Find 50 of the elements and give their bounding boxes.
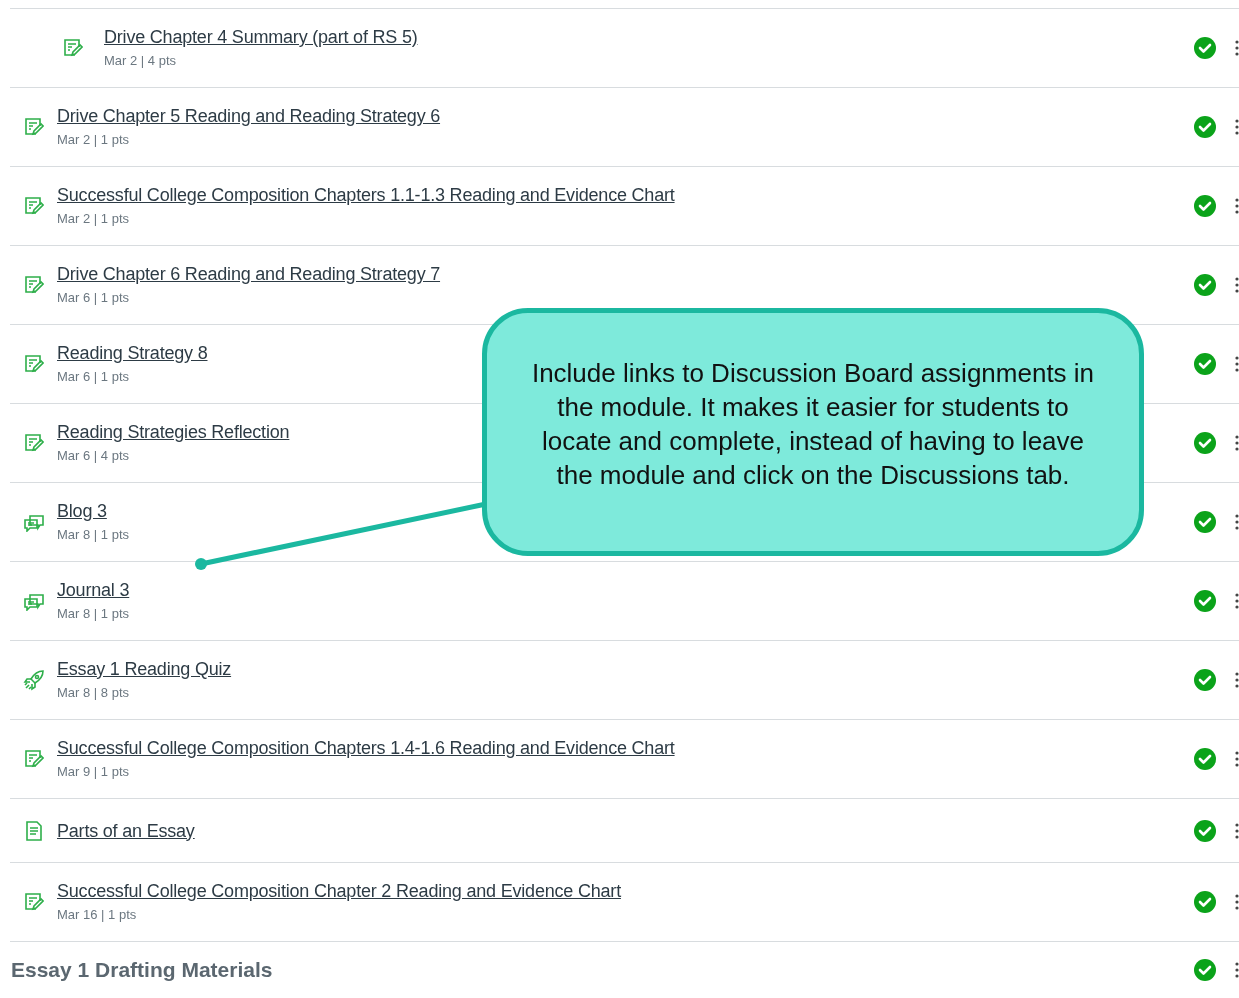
more-options-icon[interactable] [1234,960,1239,979]
item-title-link[interactable]: Journal 3 [57,578,130,601]
item-meta: Mar 8 | 8 pts [57,683,130,702]
discussion-icon [22,591,45,611]
page-icon [24,820,43,841]
assignment-icon [23,892,44,912]
item-title-link[interactable]: Essay 1 Reading Quiz [57,657,232,680]
assignment-icon [23,196,44,216]
rocket-icon [22,669,45,691]
assignment-icon [23,749,44,769]
assignment-icon [23,117,44,137]
more-options-icon[interactable] [1234,118,1239,136]
callout-bubble: Include links to Discussion Board assignments in the module. It makes it easier for students to locate and complete, instead of having to leave the module and click on the Discussions tab. [482,308,1144,556]
item-meta: Mar 2 | 1 pts [57,130,130,149]
assignment-icon [23,354,44,374]
more-options-icon[interactable] [1234,592,1239,610]
more-options-icon[interactable] [1234,671,1239,689]
item-title-link[interactable]: Drive Chapter 4 Summary (part of RS 5) [104,25,418,48]
item-title-link[interactable]: Parts of an Essay [57,819,195,842]
item-meta: Mar 2 | 4 pts [104,51,177,70]
item-title-link[interactable]: Successful College Composition Chapter 2 Reading and Evidence Chart [57,879,621,902]
item-meta: Mar 9 | 1 pts [57,762,130,781]
assignment-icon [23,433,44,453]
module-header[interactable]: Essay 1 Drafting Materials [11,953,273,986]
more-options-icon[interactable] [1234,893,1239,911]
item-meta: Mar 2 | 1 pts [57,209,130,228]
item-title-link[interactable]: Successful College Composition Chapters 1.1-1.3 Reading and Evidence Chart [57,183,675,206]
item-meta: Mar 6 | 4 pts [57,446,130,465]
more-options-icon[interactable] [1234,513,1239,531]
more-options-icon[interactable] [1234,197,1239,215]
more-options-icon[interactable] [1234,750,1239,768]
item-title-link[interactable]: Drive Chapter 6 Reading and Reading Strategy 7 [57,262,441,285]
more-options-icon[interactable] [1234,434,1239,452]
item-meta: Mar 6 | 1 pts [57,367,130,386]
more-options-icon[interactable] [1234,821,1239,840]
more-options-icon[interactable] [1234,276,1239,294]
item-meta: Mar 8 | 1 pts [57,604,130,623]
item-title-link[interactable]: Reading Strategies Reflection [57,420,290,443]
item-title-link[interactable]: Reading Strategy 8 [57,341,208,364]
more-options-icon[interactable] [1234,39,1239,57]
item-meta: Mar 16 | 1 pts [57,905,138,924]
item-meta: Mar 6 | 1 pts [57,288,130,307]
item-title-link[interactable]: Drive Chapter 5 Reading and Reading Strategy 6 [57,104,441,127]
discussion-icon [22,512,45,532]
assignment-icon [63,38,83,58]
assignment-icon [23,275,44,295]
more-options-icon[interactable] [1234,355,1239,373]
item-title-link[interactable]: Successful College Composition Chapters 1.4-1.6 Reading and Evidence Chart [57,736,675,759]
item-meta: Mar 8 | 1 pts [57,525,129,544]
item-title-link[interactable]: Blog 3 [57,499,129,522]
